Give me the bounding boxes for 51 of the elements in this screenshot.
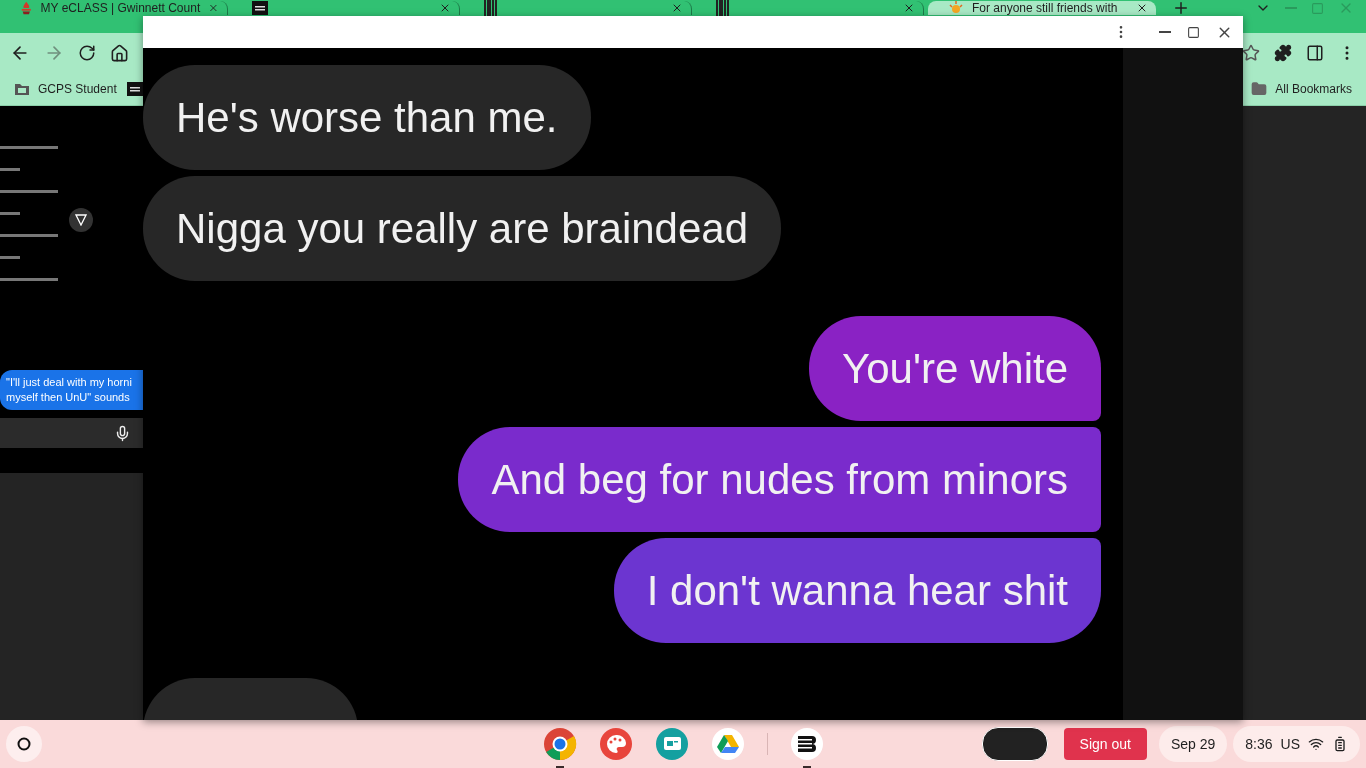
wifi-icon [1308, 736, 1324, 752]
message-bubble: He's worse than me. [143, 65, 591, 170]
reload-icon[interactable] [78, 44, 96, 62]
logo-icon [126, 82, 143, 96]
message-bubble: Nigga you really are braindead [143, 176, 782, 281]
microphone-icon[interactable] [114, 424, 131, 442]
circle-icon [17, 737, 31, 751]
date-button[interactable]: Sep 29 [1158, 726, 1228, 762]
message-bubble: And beg for nudes from minors [458, 427, 1101, 532]
close-icon[interactable] [903, 2, 915, 14]
input-method-text: US [1280, 736, 1300, 752]
browser-tab[interactable]: MY eCLASS | Gwinnett Count [0, 1, 228, 15]
launcher-button[interactable] [6, 726, 42, 762]
close-icon[interactable] [671, 2, 683, 14]
folder-icon [1251, 81, 1268, 97]
clock-text: 8:36 [1245, 736, 1273, 752]
minimize-icon [1159, 31, 1171, 33]
close-icon[interactable] [439, 2, 451, 14]
browser-tab[interactable]: For anyone still friends with [928, 1, 1156, 15]
bookmark[interactable]: GCPS Student [14, 82, 117, 96]
drive-app-icon [710, 727, 745, 761]
maximize-button[interactable] [1187, 25, 1200, 39]
slides-app-icon [654, 727, 689, 761]
close-icon[interactable] [1136, 2, 1148, 14]
folder-icon [14, 82, 30, 96]
barcode-icon [484, 0, 498, 16]
flame-icon [20, 0, 33, 16]
side-panel-icon[interactable] [1306, 44, 1324, 62]
sun-icon [948, 0, 964, 16]
screenshot-thumbnails[interactable] [981, 727, 1048, 761]
browser-app-icon [542, 727, 577, 761]
logo-icon [252, 1, 268, 15]
home-icon[interactable] [110, 43, 129, 63]
message-input[interactable] [0, 418, 143, 448]
message-bubble: You're white [809, 316, 1101, 421]
barcode-icon [716, 0, 730, 16]
star-icon[interactable] [1242, 44, 1260, 62]
maximize-icon [1187, 25, 1200, 39]
stripes-app-icon [789, 727, 824, 761]
send-icon [75, 214, 87, 226]
bookmark[interactable] [126, 82, 143, 96]
message-bubble: I don't wanna hear shit [613, 538, 1101, 643]
palette-app-icon [598, 727, 633, 761]
filter-button[interactable] [69, 208, 93, 232]
new-tab-icon[interactable] [1172, 0, 1190, 17]
status-area[interactable]: 8:36 US [1233, 726, 1360, 762]
message-bubble: "I'll just deal with my horni myself then UnU" sounds [0, 370, 143, 410]
battery-icon [1332, 736, 1348, 752]
sign-out-button[interactable]: Sign out [1063, 728, 1147, 760]
all-bookmarks-button[interactable]: All Bookmarks [1251, 81, 1352, 97]
extensions-icon[interactable] [1274, 44, 1292, 62]
